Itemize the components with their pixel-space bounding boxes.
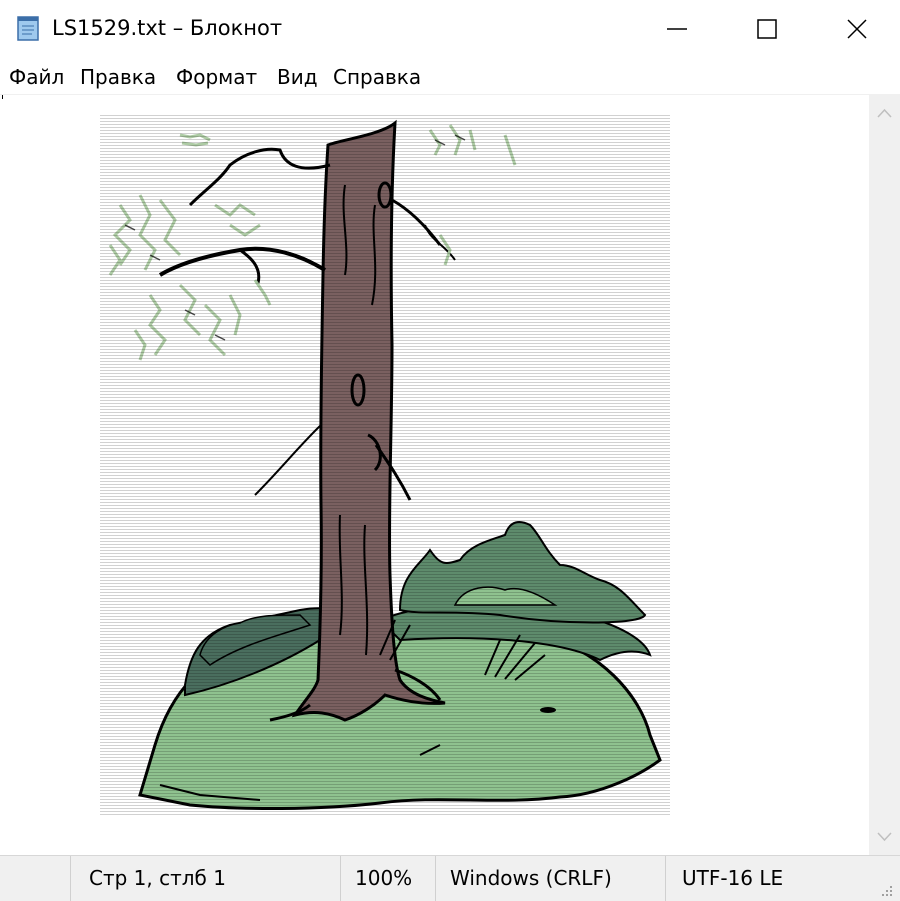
maximize-icon bbox=[757, 19, 777, 39]
status-encoding-cell: UTF-16 LE bbox=[665, 856, 900, 901]
vertical-scrollbar[interactable] bbox=[869, 95, 900, 855]
menu-view[interactable]: Вид bbox=[277, 64, 318, 90]
menu-bar: Файл Правка Формат Вид Справка bbox=[0, 60, 900, 95]
resize-grip-icon[interactable] bbox=[880, 884, 894, 898]
minimize-icon bbox=[667, 28, 687, 30]
menu-edit[interactable]: Правка bbox=[80, 64, 156, 90]
window-title: LS1529.txt – Блокнот bbox=[52, 16, 283, 40]
ascii-art-tree-illustration bbox=[100, 115, 670, 815]
close-button[interactable] bbox=[812, 0, 900, 58]
status-position: Стр 1, стлб 1 bbox=[89, 866, 226, 890]
menu-format[interactable]: Формат bbox=[176, 64, 257, 90]
menu-help[interactable]: Справка bbox=[333, 64, 421, 90]
status-line-endings: Windows (CRLF) bbox=[450, 866, 612, 890]
maximize-button[interactable] bbox=[722, 0, 812, 58]
status-zoom: 100% bbox=[355, 866, 413, 890]
menu-file[interactable]: Файл bbox=[9, 64, 64, 90]
text-editor-area[interactable] bbox=[0, 95, 869, 855]
scroll-down-arrow-icon[interactable] bbox=[877, 832, 892, 842]
text-caret bbox=[2, 95, 3, 99]
status-position-cell: Стр 1, стлб 1 bbox=[70, 856, 341, 901]
scroll-up-arrow-icon[interactable] bbox=[877, 108, 892, 118]
title-bar[interactable]: LS1529.txt – Блокнот bbox=[0, 0, 900, 58]
status-encoding: UTF-16 LE bbox=[682, 866, 784, 890]
status-line-endings-cell: Windows (CRLF) bbox=[435, 856, 666, 901]
status-zoom-cell: 100% bbox=[340, 856, 436, 901]
close-icon bbox=[847, 19, 867, 39]
minimize-button[interactable] bbox=[632, 0, 722, 58]
notepad-icon bbox=[17, 16, 39, 41]
status-bar: Стр 1, стлб 1 100% Windows (CRLF) UTF-16… bbox=[0, 855, 900, 901]
